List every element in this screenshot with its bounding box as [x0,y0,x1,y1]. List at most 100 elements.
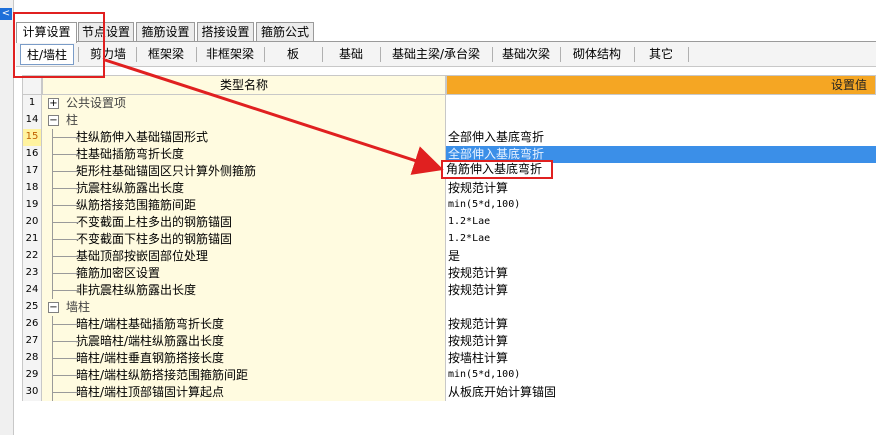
table-row[interactable]: 19 纵筋搭接范围箍筋间距 min(5*d,100) [22,197,876,214]
setting-value[interactable]: 按墙柱计算 [446,350,876,367]
tree-connector [52,333,79,350]
expand-icon[interactable]: + [48,98,59,109]
table-row[interactable]: 30 暗柱/端柱顶部锚固计算起点 从板底开始计算锚固 [22,384,876,401]
setting-name: 暗柱/端柱垂直钢筋搭接长度 [42,350,446,367]
setting-value[interactable]: min(5*d,100) [446,367,876,384]
tab-calc-settings[interactable]: 计算设置 [16,22,77,43]
toolbar-divider [322,47,323,62]
collapse-arrow-icon[interactable]: < [0,8,12,20]
setting-value[interactable]: min(5*d,100) [446,197,876,214]
settings-grid: 1 公共设置项 +14 柱 −15 柱纵筋伸入基础锚固形式 全部伸入基底弯折 16 柱基础插筋弯… [22,95,876,401]
setting-value[interactable]: 按规范计算 [446,265,876,282]
group-row[interactable]: 25 墙柱 − [22,299,876,316]
tab-foundation[interactable]: 基础 [326,44,376,65]
dropdown-option[interactable]: 角筋伸入基底弯折 [441,160,553,179]
row-number: 16 [22,146,42,163]
toolbar-divider [688,47,689,62]
tree-connector [52,316,79,333]
setting-name: 柱 [42,112,446,129]
setting-value[interactable]: 按规范计算 [446,333,876,350]
row-number: 26 [22,316,42,333]
tree-connector [52,350,79,367]
table-row[interactable]: 27 抗震暗柱/端柱纵筋露出长度 按规范计算 [22,333,876,350]
table-row[interactable]: 21 不变截面下柱多出的钢筋锚固 1.2*Lae [22,231,876,248]
tab-masonry[interactable]: 砌体结构 [564,44,630,65]
setting-value[interactable]: 是 [446,248,876,265]
row-number: 29 [22,367,42,384]
tab-other[interactable]: 其它 [638,44,684,65]
setting-name: 墙柱 [42,299,446,316]
table-row[interactable]: 26 暗柱/端柱基础插筋弯折长度 按规范计算 [22,316,876,333]
tree-connector [52,146,79,163]
table-row[interactable]: 18 抗震柱纵筋露出长度 按规范计算 [22,180,876,197]
row-number: 28 [22,350,42,367]
tree-connector [52,282,79,299]
group-row[interactable]: 1 公共设置项 + [22,95,876,112]
tree-connector [52,231,79,248]
setting-value[interactable]: 从板底开始计算锚固 [446,384,876,401]
setting-value[interactable]: 全部伸入基底弯折 [446,129,876,146]
row-number: 18 [22,180,42,197]
tree-connector [52,384,79,401]
setting-name: 不变截面下柱多出的钢筋锚固 [42,231,446,248]
tree-connector [52,214,79,231]
grid-header: 类型名称 设置值 [22,75,876,95]
setting-value[interactable] [446,112,876,129]
toolbar-divider [196,47,197,62]
tab-stirrup-settings[interactable]: 箍筋设置 [136,22,195,42]
tab-foundation-secondary-beam[interactable]: 基础次梁 [496,44,556,65]
table-row[interactable]: 22 基础顶部按嵌固部位处理是 [22,248,876,265]
collapse-icon[interactable]: − [48,302,59,313]
table-row[interactable]: 28 暗柱/端柱垂直钢筋搭接长度 按墙柱计算 [22,350,876,367]
setting-value[interactable]: 按规范计算 [446,282,876,299]
collapse-icon[interactable]: − [48,115,59,126]
toolbar-divider [264,47,265,62]
table-row[interactable]: 24 非抗震柱纵筋露出长度 按规范计算 [22,282,876,299]
row-number: 30 [22,384,42,401]
header-row-number [22,75,42,95]
setting-name: 柱基础插筋弯折长度 [42,146,446,163]
row-number: 1 [22,95,42,112]
tab-frame-beam[interactable]: 框架梁 [140,44,192,65]
row-number: 14 [22,112,42,129]
setting-name: 不变截面上柱多出的钢筋锚固 [42,214,446,231]
table-row[interactable]: 29 暗柱/端柱纵筋搭接范围箍筋间距 min(5*d,100) [22,367,876,384]
setting-name: 纵筋搭接范围箍筋间距 [42,197,446,214]
setting-name: 暗柱/端柱顶部锚固计算起点 [42,384,446,401]
row-number: 27 [22,333,42,350]
row-number: 22 [22,248,42,265]
tab-slab[interactable]: 板 [268,44,318,65]
tree-connector [52,180,79,197]
row-number: 23 [22,265,42,282]
setting-value[interactable]: 按规范计算 [446,316,876,333]
tree-connector [52,129,79,146]
tab-lap-settings[interactable]: 搭接设置 [197,22,254,42]
toolbar-divider [136,47,137,62]
tree-connector [52,163,79,180]
row-number: 21 [22,231,42,248]
table-row[interactable]: 23 箍筋加密区设置 按规范计算 [22,265,876,282]
setting-value[interactable]: 1.2*Lae [446,231,876,248]
toolbar-divider [560,47,561,62]
setting-name: 暗柱/端柱纵筋搭接范围箍筋间距 [42,367,446,384]
setting-value[interactable] [446,299,876,316]
tree-connector [52,248,79,265]
row-number: 17 [22,163,42,180]
row-number: 25 [22,299,42,316]
setting-value[interactable] [446,95,876,112]
header-setting-value[interactable]: 设置值 [446,75,876,95]
group-row[interactable]: 14 柱 − [22,112,876,129]
header-type-name[interactable]: 类型名称 [42,75,446,95]
tab-stirrup-formula[interactable]: 箍筋公式 [256,22,314,42]
table-row[interactable]: 15 柱纵筋伸入基础锚固形式 全部伸入基底弯折 [22,129,876,146]
toolbar-divider [492,47,493,62]
tree-connector [52,367,79,384]
tab-foundation-main-beam[interactable]: 基础主梁/承台梁 [384,44,488,65]
tab-non-frame-beam[interactable]: 非框架梁 [200,44,260,65]
setting-name: 非抗震柱纵筋露出长度 [42,282,446,299]
setting-name: 暗柱/端柱基础插筋弯折长度 [42,316,446,333]
table-row[interactable]: 20 不变截面上柱多出的钢筋锚固 1.2*Lae [22,214,876,231]
setting-value[interactable]: 1.2*Lae [446,214,876,231]
tree-connector [52,197,79,214]
setting-value[interactable]: 按规范计算 [446,180,876,197]
